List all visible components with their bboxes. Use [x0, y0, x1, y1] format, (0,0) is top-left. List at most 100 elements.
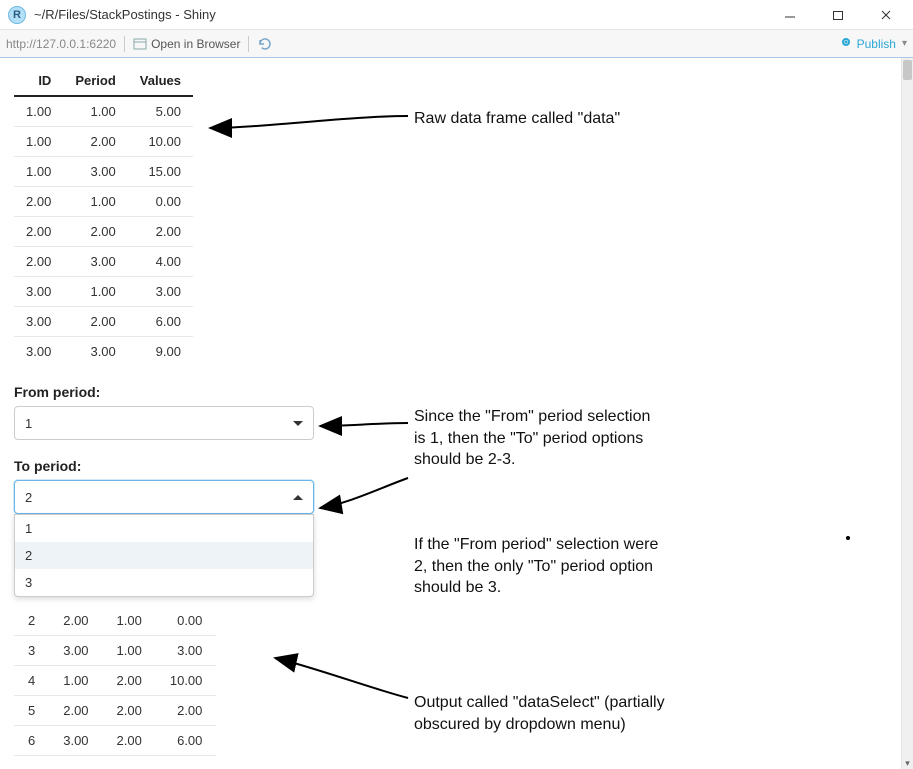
table-cell: 3.00 — [156, 636, 217, 666]
table-cell: 3.00 — [63, 157, 127, 187]
table-row: 2.003.004.00 — [14, 247, 193, 277]
table-cell: 0.00 — [128, 187, 193, 217]
table-cell: 2.00 — [103, 696, 156, 726]
table-cell: 2.00 — [156, 696, 217, 726]
table-cell: 4.00 — [128, 247, 193, 277]
app-content: ID Period Values 1.001.005.001.002.0010.… — [0, 58, 901, 769]
table-cell: 2.00 — [63, 127, 127, 157]
publish-icon — [839, 35, 853, 52]
table-cell: 2.00 — [128, 217, 193, 247]
table-row: 1.002.0010.00 — [14, 127, 193, 157]
publish-button[interactable]: Publish ▾ — [839, 35, 907, 52]
table-row: 2.002.002.00 — [14, 217, 193, 247]
table-row: 52.002.002.00 — [14, 696, 216, 726]
table-cell: 1.00 — [103, 606, 156, 636]
table-cell: 3.00 — [14, 337, 63, 367]
table-cell: 3 — [14, 636, 49, 666]
toolbar-separator — [248, 36, 249, 52]
annotation-text: Output called "dataSelect" (partially ob… — [414, 692, 714, 735]
data-table: ID Period Values 1.001.005.001.002.0010.… — [14, 66, 193, 366]
table-cell: 1.00 — [14, 127, 63, 157]
maximize-button[interactable] — [825, 5, 851, 25]
vertical-scrollbar[interactable]: ▴ ▾ — [901, 58, 913, 769]
table-cell: 1.00 — [14, 96, 63, 127]
table-cell: 4 — [14, 666, 49, 696]
publish-label: Publish — [857, 37, 896, 51]
col-header: Values — [128, 66, 193, 96]
table-cell: 3.00 — [63, 337, 127, 367]
table-cell: 9.00 — [128, 337, 193, 367]
scroll-thumb[interactable] — [903, 60, 912, 80]
close-button[interactable] — [873, 5, 899, 25]
table-cell: 3.00 — [128, 277, 193, 307]
from-period-select[interactable]: 1 — [14, 406, 314, 440]
table-cell: 2.00 — [49, 606, 102, 636]
annotation-text: Raw data frame called "data" — [414, 108, 734, 130]
from-period-value: 1 — [25, 416, 32, 431]
table-cell: 3.00 — [63, 247, 127, 277]
to-period-select[interactable]: 2 — [14, 480, 314, 514]
table-cell: 1.00 — [14, 157, 63, 187]
browser-icon — [133, 38, 147, 50]
open-in-browser-button[interactable]: Open in Browser — [133, 37, 240, 51]
table-cell: 10.00 — [156, 666, 217, 696]
table-cell: 1.00 — [103, 636, 156, 666]
table-cell: 3.00 — [49, 726, 102, 756]
to-period-dropdown[interactable]: 1 2 3 — [14, 514, 314, 597]
from-period-label: From period: — [14, 384, 887, 400]
table-cell: 3.00 — [14, 307, 63, 337]
table-cell: 1.00 — [63, 187, 127, 217]
dropdown-option[interactable]: 1 — [15, 515, 313, 542]
window-titlebar: R ~/R/Files/StackPostings - Shiny — [0, 0, 913, 30]
table-cell: 3.00 — [49, 636, 102, 666]
table-cell: 2.00 — [14, 187, 63, 217]
table-cell: 0.00 — [156, 606, 217, 636]
table-cell: 3.00 — [14, 277, 63, 307]
col-header: Period — [63, 66, 127, 96]
scroll-down-icon[interactable]: ▾ — [902, 757, 913, 769]
reload-button[interactable] — [257, 36, 273, 52]
table-cell: 6 — [14, 726, 49, 756]
table-cell: 2.00 — [14, 247, 63, 277]
window-title: ~/R/Files/StackPostings - Shiny — [34, 7, 777, 22]
table-row: 33.001.003.00 — [14, 636, 216, 666]
table-cell: 2.00 — [14, 217, 63, 247]
table-cell: 6.00 — [128, 307, 193, 337]
col-header: ID — [14, 66, 63, 96]
table-row: 22.001.000.00 — [14, 606, 216, 636]
table-row: 63.002.006.00 — [14, 726, 216, 756]
annotation-text: Since the "From" period selection is 1, … — [414, 406, 664, 471]
table-row: 41.002.0010.00 — [14, 666, 216, 696]
table-cell: 2.00 — [63, 217, 127, 247]
table-cell: 1.00 — [63, 96, 127, 127]
toolbar: http://127.0.0.1:6220 Open in Browser Pu… — [0, 30, 913, 58]
table-cell: 5.00 — [128, 96, 193, 127]
window-controls — [777, 5, 905, 25]
data-select-table: 22.001.000.0033.001.003.0041.002.0010.00… — [14, 606, 216, 756]
table-cell: 15.00 — [128, 157, 193, 187]
chevron-down-icon: ▾ — [902, 38, 907, 49]
table-row: 2.001.000.00 — [14, 187, 193, 217]
dropdown-option[interactable]: 2 — [15, 542, 313, 569]
table-cell: 2.00 — [63, 307, 127, 337]
table-cell: 10.00 — [128, 127, 193, 157]
table-row: 1.001.005.00 — [14, 96, 193, 127]
table-cell: 6.00 — [156, 726, 217, 756]
dropdown-option[interactable]: 3 — [15, 569, 313, 596]
table-cell: 2.00 — [103, 726, 156, 756]
to-period-value: 2 — [25, 490, 32, 505]
url-display: http://127.0.0.1:6220 — [6, 37, 116, 51]
chevron-up-icon — [293, 495, 303, 500]
table-row: 3.002.006.00 — [14, 307, 193, 337]
table-cell: 2.00 — [103, 666, 156, 696]
table-cell: 1.00 — [63, 277, 127, 307]
table-cell: 2.00 — [49, 696, 102, 726]
annotation-text: If the "From period" selection were 2, t… — [414, 534, 664, 599]
rstudio-icon: R — [8, 6, 26, 24]
table-cell: 1.00 — [49, 666, 102, 696]
minimize-button[interactable] — [777, 5, 803, 25]
toolbar-separator — [124, 36, 125, 52]
table-cell: 2 — [14, 606, 49, 636]
table-row: 1.003.0015.00 — [14, 157, 193, 187]
open-in-browser-label: Open in Browser — [151, 37, 240, 51]
